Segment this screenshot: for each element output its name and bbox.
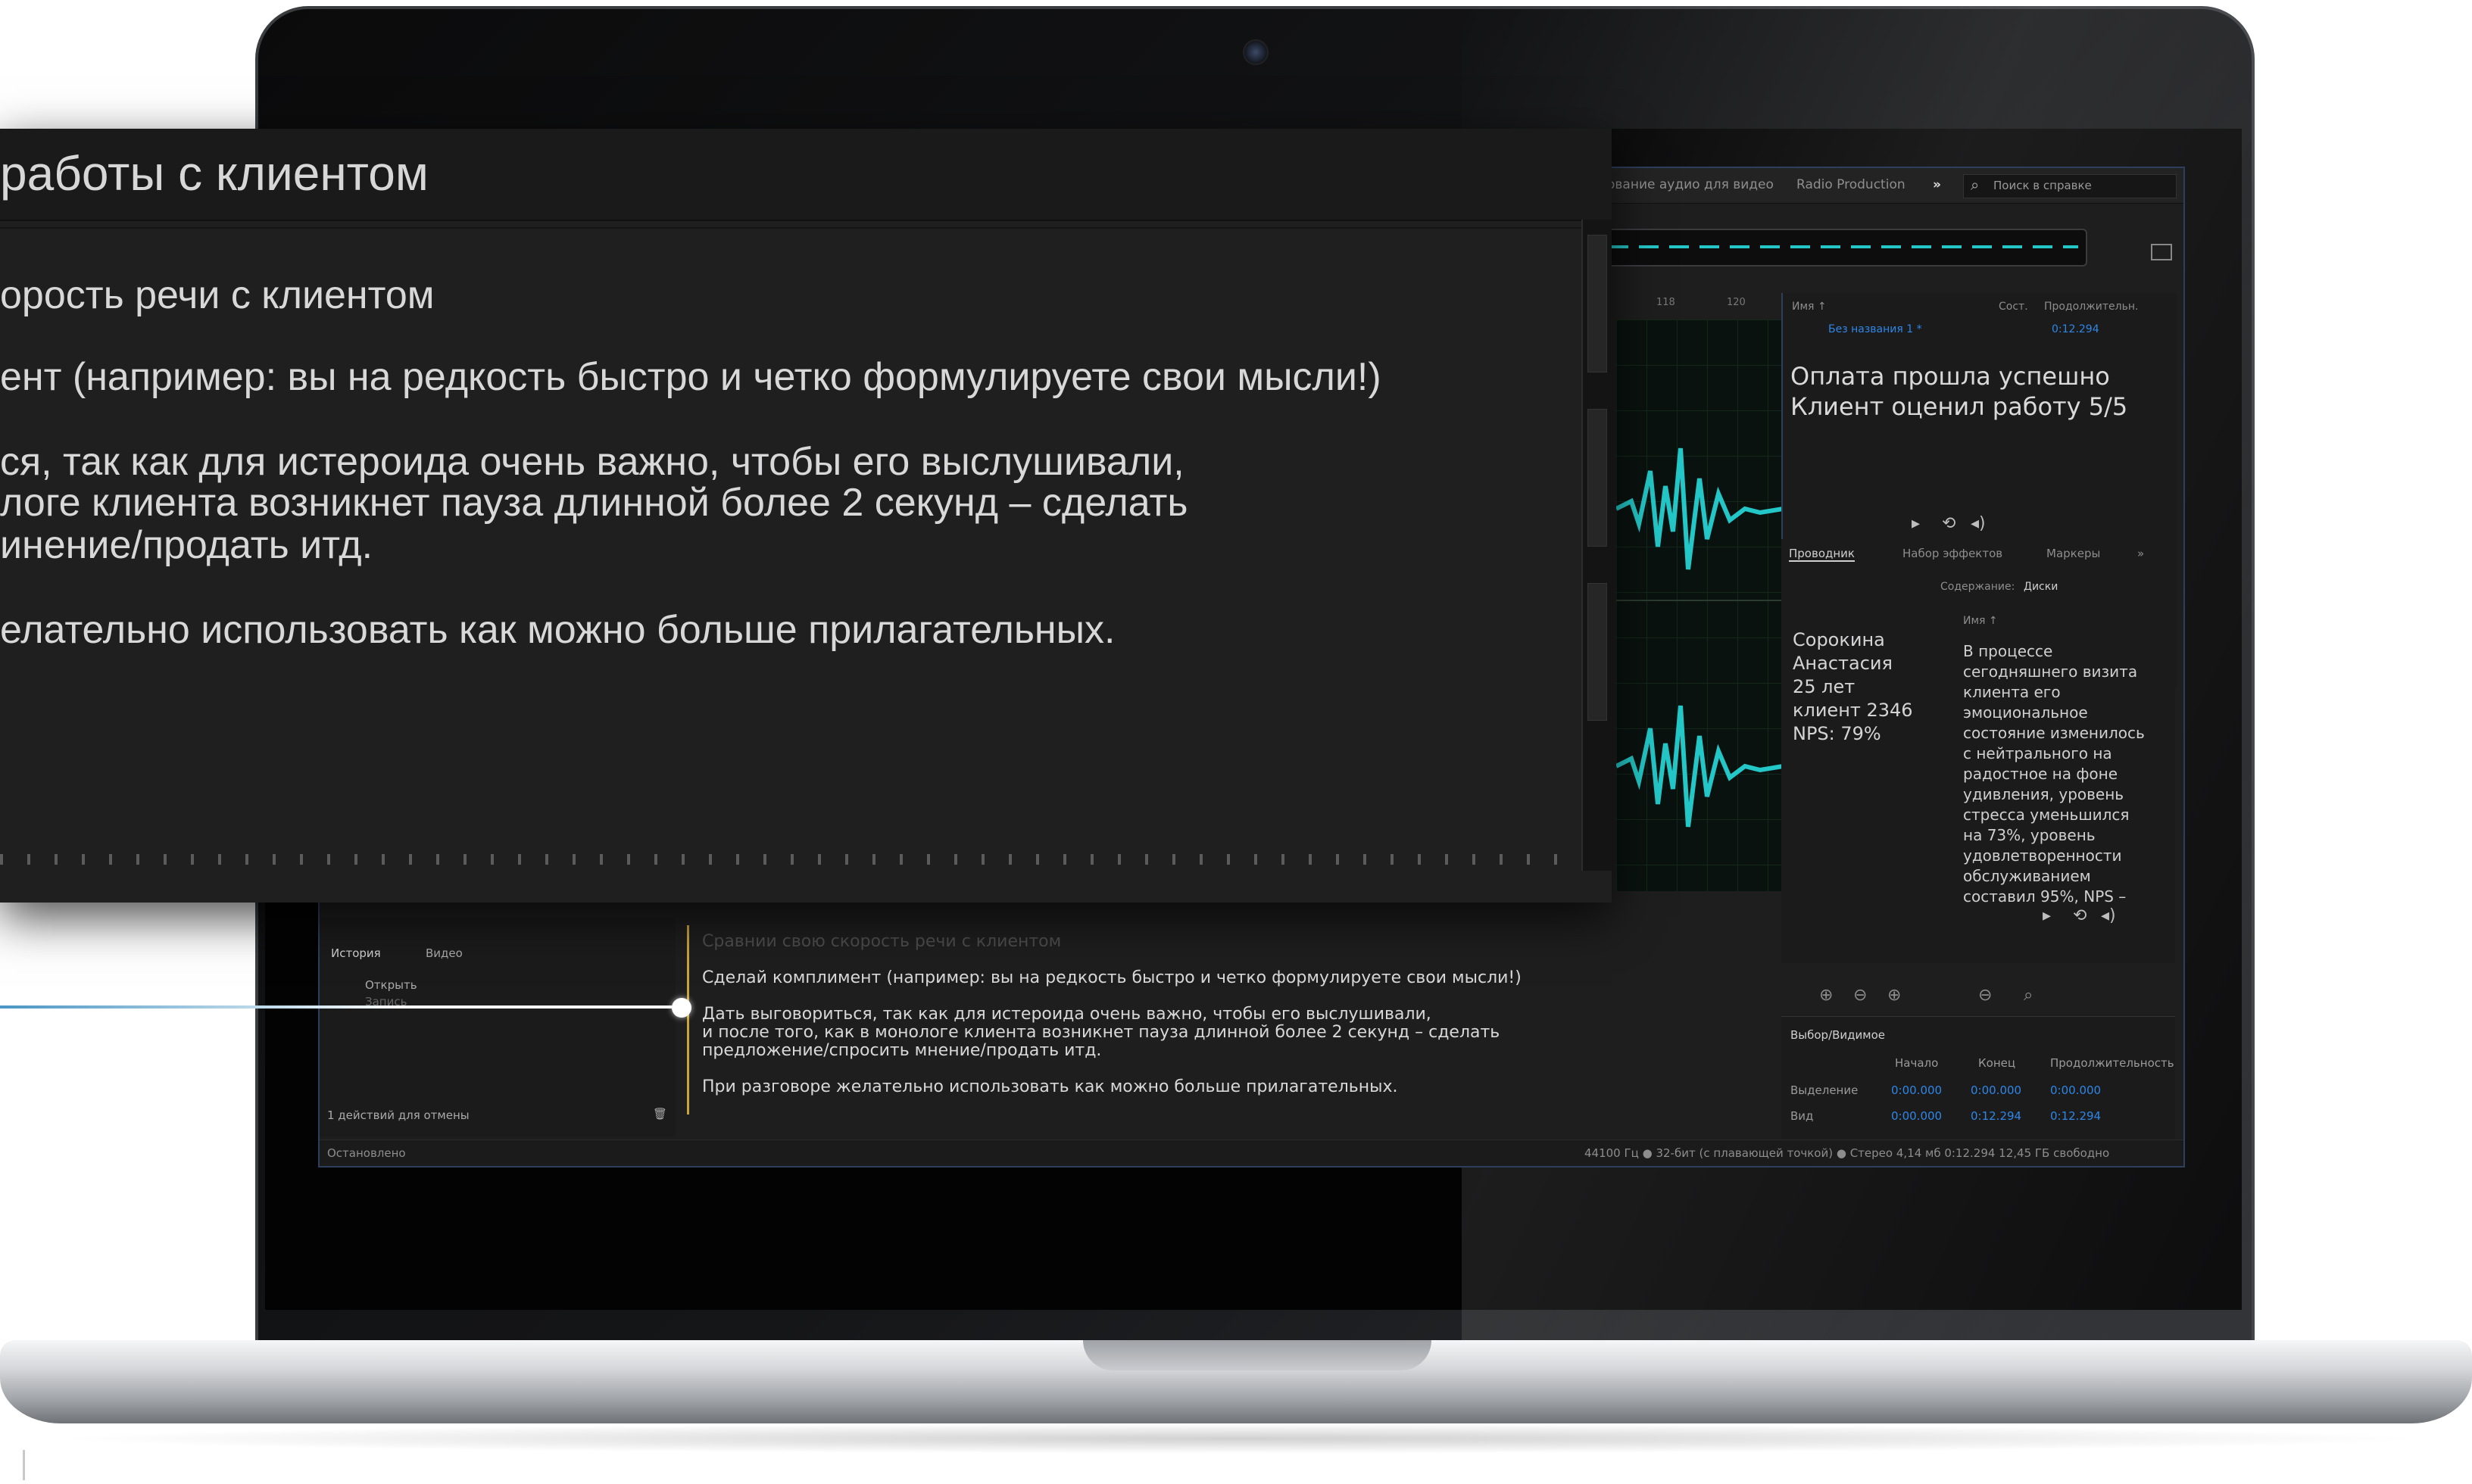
volume-icon[interactable]: ◂) <box>2101 906 2116 925</box>
undo-count: 1 действий для отмены <box>327 1108 470 1122</box>
files-col-duration[interactable]: Продолжительн. <box>2044 301 2138 313</box>
selection-duration[interactable]: 0:00.000 <box>2050 1083 2101 1097</box>
panel-menu-icon[interactable] <box>2151 244 2172 260</box>
ruler-label: 120 <box>1727 297 1746 308</box>
trash-icon[interactable]: 🗑 <box>653 1107 667 1121</box>
overlay-title: работы с клиентом <box>0 146 429 201</box>
file-item-name[interactable]: Без названия 1 * <box>1828 323 1922 335</box>
view-end[interactable]: 0:12.294 <box>1971 1109 2021 1123</box>
tab-effects[interactable]: Набор эффектов <box>1902 547 2002 560</box>
selection-start[interactable]: 0:00.000 <box>1891 1083 1942 1097</box>
view-duration[interactable]: 0:12.294 <box>2050 1109 2101 1123</box>
selection-col-end: Конец <box>1978 1056 2016 1070</box>
callout-connector-dot <box>672 998 691 1018</box>
overlay-line: инение/продать итд. <box>0 523 373 567</box>
selection-end[interactable]: 0:00.000 <box>1971 1083 2021 1097</box>
scroll-segment[interactable] <box>1587 409 1607 547</box>
selection-col-start: Начало <box>1895 1056 1939 1070</box>
laptop-shadow <box>45 1423 2431 1454</box>
laptop-notch <box>1083 1340 1431 1370</box>
visit-description: В процессе сегодняшнего визита клиента е… <box>1963 642 2145 906</box>
status-left: Остановлено <box>327 1146 406 1160</box>
content-value[interactable]: Диски <box>2024 581 2058 593</box>
view-start[interactable]: 0:00.000 <box>1891 1109 1942 1123</box>
content-label: Содержание: <box>1940 581 2015 593</box>
loop-icon[interactable]: ⟲ <box>1942 514 1955 533</box>
status-right: 44100 Гц ● 32-бит (с плавающей точкой) ●… <box>1584 1146 2110 1160</box>
tab-history[interactable]: История <box>331 946 381 960</box>
play-icon[interactable]: ▸ <box>2043 906 2051 925</box>
webcam-icon <box>1243 39 1269 65</box>
script-line: Сделай комплимент (например: вы на редко… <box>702 968 1522 987</box>
search-icon: ⌕ <box>1971 176 1980 194</box>
selection-view-panel: Выбор/Видимое Начало Конец Продолжительн… <box>1781 1016 2175 1153</box>
workspace-more-button[interactable]: » <box>1933 177 1941 192</box>
selection-row-label: Выделение <box>1790 1083 1859 1097</box>
media-browser-panel: Проводник Набор эффектов Маркеры » Содер… <box>1781 539 2175 963</box>
zoom-toolbar: ⊕ ⊖ ⊕ ⊖ ⌕ <box>1796 986 2175 1016</box>
edge-mark <box>23 1450 25 1480</box>
scroll-segment[interactable] <box>1587 583 1607 721</box>
view-row-label: Вид <box>1790 1109 1814 1123</box>
files-col-name[interactable]: Имя ↑ <box>1792 301 1827 313</box>
overlay-time-ruler <box>0 854 1579 865</box>
play-icon[interactable]: ▸ <box>1912 514 1920 533</box>
tab-video[interactable]: Видео <box>426 946 463 960</box>
zoom-selection-icon[interactable]: ⌕ <box>2024 986 2033 1005</box>
overview-waveform <box>1609 245 2078 248</box>
volume-icon[interactable]: ◂) <box>1971 514 1986 533</box>
overlay-line: ент (например: вы на редкость быстро и ч… <box>0 355 1381 399</box>
script-line: При разговоре желательно использовать ка… <box>702 1077 1398 1096</box>
help-search-placeholder: Поиск в справке <box>1993 179 2092 192</box>
status-bar: Остановлено 44100 Гц ● 32-бит (с плавающ… <box>320 1140 2183 1166</box>
overlay-body: орость речи с клиентом ент (например: вы… <box>0 227 1583 872</box>
tab-more[interactable]: » <box>2137 547 2144 560</box>
zoom-in-time-icon[interactable]: ⊕ <box>1887 986 1901 1005</box>
zoom-in-amplitude-icon[interactable]: ⊕ <box>1819 986 1833 1005</box>
selection-col-duration: Продолжительность <box>2050 1056 2174 1070</box>
loop-icon[interactable]: ⟲ <box>2073 906 2087 925</box>
overlay-line: орость речи с клиентом <box>0 273 435 317</box>
files-col-state[interactable]: Сост. <box>1999 301 2028 313</box>
script-line: Сравнии свою скорость речи с клиентом <box>702 932 1062 951</box>
callout-connector-line <box>0 1005 682 1009</box>
zoomed-script-overlay: работы с клиентом орость речи с клиентом… <box>0 129 1612 903</box>
overlay-line: елательно использовать как можно больше … <box>0 608 1116 652</box>
tab-markers[interactable]: Маркеры <box>2046 547 2100 560</box>
selection-panel-title: Выбор/Видимое <box>1790 1028 1886 1042</box>
overlay-line: ся, так как для истероида очень важно, ч… <box>0 440 1184 484</box>
browser-col-name[interactable]: Имя ↑ <box>1963 615 1998 627</box>
overlay-line: логе клиента возникнет пауза длинной бол… <box>0 481 1188 525</box>
workspace-video-audio[interactable]: ование аудио для видео <box>1607 177 1774 192</box>
workspace-radio-production[interactable]: Radio Production <box>1796 177 1906 192</box>
script-line: и после того, как в монологе клиента воз… <box>702 1023 1500 1042</box>
zoom-out-amplitude-icon[interactable]: ⊖ <box>1853 986 1867 1005</box>
ruler-label: 118 <box>1656 297 1675 308</box>
waveform-overview[interactable] <box>1600 229 2087 267</box>
file-note-text: Оплата прошла успешно Клиент оценил рабо… <box>1790 362 2128 421</box>
file-item-duration: 0:12.294 <box>2052 323 2099 335</box>
script-line: предложение/спросить мнение/продать итд. <box>702 1041 1102 1060</box>
overlay-scrollbar[interactable] <box>1581 220 1612 871</box>
script-line: Дать выговориться, так как для истероида… <box>702 1005 1431 1024</box>
history-item-open[interactable]: Открыть <box>365 978 417 992</box>
scroll-segment[interactable] <box>1587 235 1607 373</box>
zoom-out-time-icon[interactable]: ⊖ <box>1978 986 1992 1005</box>
tab-explorer[interactable]: Проводник <box>1789 547 1855 562</box>
history-panel: История Видео Открыть Запись 1 действий … <box>320 918 676 1137</box>
overlay-header: работы с клиентом <box>0 129 1612 221</box>
client-info: Сорокина Анастасия 25 лет клиент 2346 NP… <box>1793 629 1913 744</box>
script-text-panel: Сравнии свою скорость речи с клиентом Сд… <box>687 925 1747 1115</box>
